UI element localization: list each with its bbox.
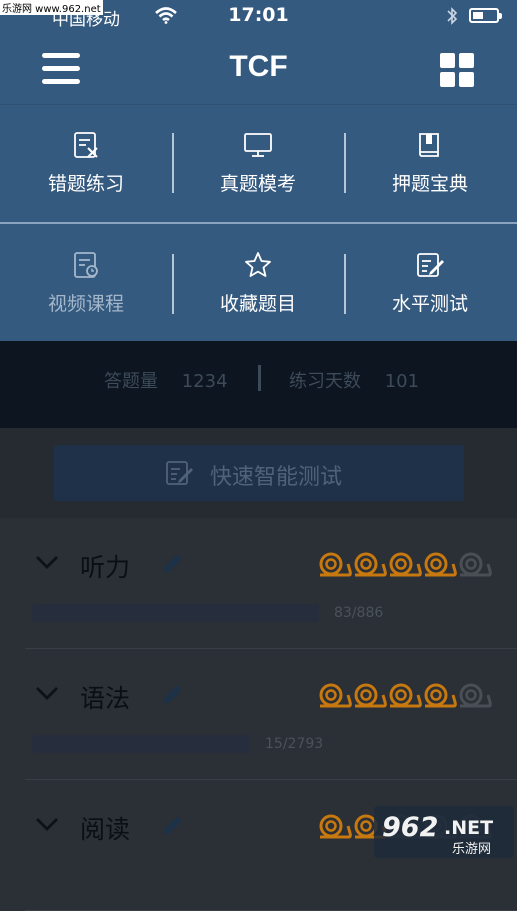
snail-rating-icon (459, 552, 492, 577)
section-title: 语法 (80, 684, 131, 713)
bluetooth-icon (447, 7, 458, 25)
progress-count: 83/886 (334, 605, 384, 621)
days-value: 101 (384, 371, 420, 392)
quick-test-button[interactable]: 快速智能测试 (54, 445, 464, 501)
menu-item-label: 视频课程 (47, 293, 124, 315)
menu-item-level-test[interactable]: 水平测试 (344, 251, 516, 316)
answered-label: 答题量 (104, 371, 158, 392)
section-row[interactable]: 语法 15/2793 (0, 649, 517, 780)
nav-bar: TCF (0, 34, 517, 104)
section-title: 阅读 (80, 815, 131, 844)
menu-item-prediction-book[interactable]: 押题宝典 (344, 131, 516, 196)
wrong-question-icon (74, 132, 98, 158)
days-stat: 练习天数 101 (289, 367, 419, 393)
quick-test-area: 快速智能测试 (0, 428, 517, 518)
snail-rating-icon (459, 683, 492, 708)
snail-rating-icon (389, 683, 422, 708)
video-course-icon (74, 252, 98, 278)
svg-text:乐游网: 乐游网 (452, 842, 491, 857)
svg-text:.NET: .NET (444, 817, 493, 839)
section-title: 听力 (80, 553, 131, 582)
edit-test-icon (417, 253, 444, 277)
menu-item-label: 押题宝典 (391, 173, 468, 195)
answered-stat: 答题量 1234 (104, 367, 228, 393)
chevron-down-icon[interactable] (35, 685, 59, 701)
difficulty-rating (318, 552, 493, 582)
chevron-down-icon[interactable] (35, 816, 59, 832)
days-label: 练习天数 (289, 371, 361, 392)
battery-icon (469, 8, 502, 23)
progress-bar (32, 735, 250, 753)
menu-row-divider (0, 222, 517, 224)
menu-item-favorites[interactable]: 收藏题目 (172, 251, 344, 316)
snail-rating-icon (319, 683, 352, 708)
status-bar: 中国移动 乐游网 www.962.net 17:01 (0, 0, 517, 34)
monitor-icon (244, 133, 272, 157)
pencil-edit-icon[interactable] (160, 552, 184, 576)
menu-item-wrong-questions[interactable]: 错题练习 (0, 131, 172, 196)
stats-separator (258, 365, 261, 391)
book-icon (419, 133, 439, 157)
snail-rating-icon (424, 683, 457, 708)
menu-item-label: 真题模考 (219, 173, 296, 195)
chevron-down-icon[interactable] (35, 554, 59, 570)
dropdown-menu: 错题练习 真题模考 押题宝典 视频课程 收藏题目 水平测试 (0, 104, 517, 342)
clock-time: 17:01 (228, 4, 289, 26)
difficulty-rating (318, 683, 493, 713)
snail-rating-icon (354, 683, 387, 708)
snail-rating-icon (424, 552, 457, 577)
snail-rating-icon (389, 552, 422, 577)
svg-text:962: 962 (382, 812, 438, 843)
menu-item-past-exams[interactable]: 真题模考 (172, 131, 344, 196)
snail-rating-icon (319, 814, 352, 839)
quick-test-icon (166, 461, 193, 485)
section-row[interactable]: 听力 83/886 (0, 518, 517, 649)
grid-apps-icon[interactable] (440, 53, 474, 87)
site-logo-watermark: 962 .NET 乐游网 (374, 806, 514, 858)
pencil-edit-icon[interactable] (160, 814, 184, 838)
snail-rating-icon (319, 552, 352, 577)
pencil-edit-icon[interactable] (160, 683, 184, 707)
menu-item-video-course[interactable]: 视频课程 (0, 251, 172, 316)
star-icon (245, 252, 271, 277)
progress-bar (32, 604, 319, 622)
stats-bar: 答题量 1234 练习天数 101 (0, 341, 517, 428)
menu-item-label: 错题练习 (47, 173, 124, 195)
menu-item-label: 收藏题目 (219, 293, 296, 315)
progress-count: 15/2793 (265, 736, 324, 752)
snail-rating-icon (354, 552, 387, 577)
menu-item-label: 水平测试 (391, 293, 468, 315)
quick-test-label: 快速智能测试 (210, 465, 343, 490)
answered-value: 1234 (181, 371, 228, 392)
